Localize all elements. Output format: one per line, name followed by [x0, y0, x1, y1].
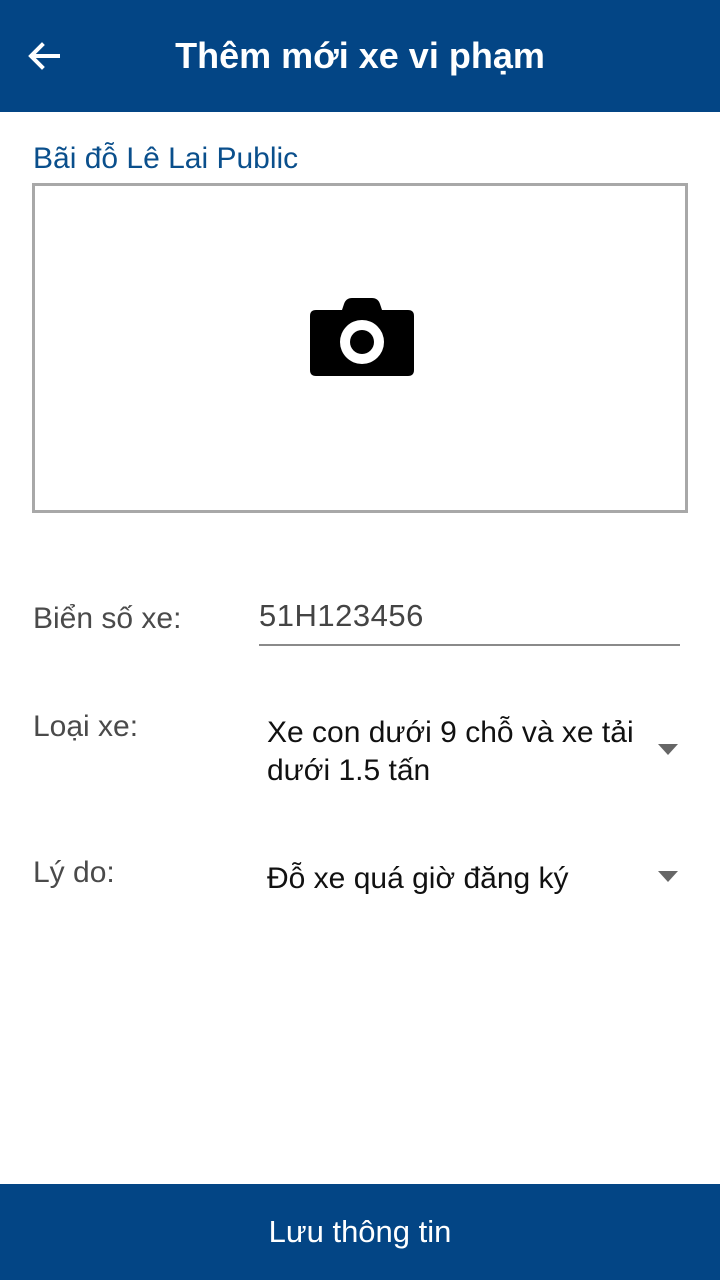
dropdown-caret-icon: [658, 744, 678, 755]
camera-icon: [310, 298, 414, 376]
reason-value: Đỗ xe quá giờ đăng ký: [267, 862, 569, 895]
dropdown-caret-icon: [658, 871, 678, 882]
vehicle-type-value: Xe con dưới 9 chỗ và xe tải dưới 1.5 tấn: [267, 716, 634, 787]
arrow-left-icon: [28, 42, 60, 70]
back-button[interactable]: [16, 28, 72, 84]
save-button[interactable]: Lưu thông tin: [0, 1184, 720, 1280]
vehicle-type-select[interactable]: Xe con dưới 9 chỗ và xe tải dưới 1.5 tấn: [259, 714, 680, 790]
save-button-label: Lưu thông tin: [268, 1214, 452, 1249]
page-title: Thêm mới xe vi phạm: [175, 35, 545, 76]
plate-label: Biển số xe:: [33, 602, 182, 635]
app-bar: Thêm mới xe vi phạm: [0, 0, 720, 112]
vehicle-type-label: Loại xe:: [33, 710, 139, 743]
reason-select[interactable]: Đỗ xe quá giờ đăng ký: [259, 860, 680, 900]
app-screen: Thêm mới xe vi phạm Bãi đỗ Lê Lai Public…: [0, 0, 720, 1280]
parking-lot-name: Bãi đỗ Lê Lai Public: [33, 142, 299, 175]
plate-number-input[interactable]: [259, 596, 680, 646]
photo-capture-area[interactable]: [32, 183, 688, 513]
reason-label: Lý do:: [33, 856, 115, 889]
